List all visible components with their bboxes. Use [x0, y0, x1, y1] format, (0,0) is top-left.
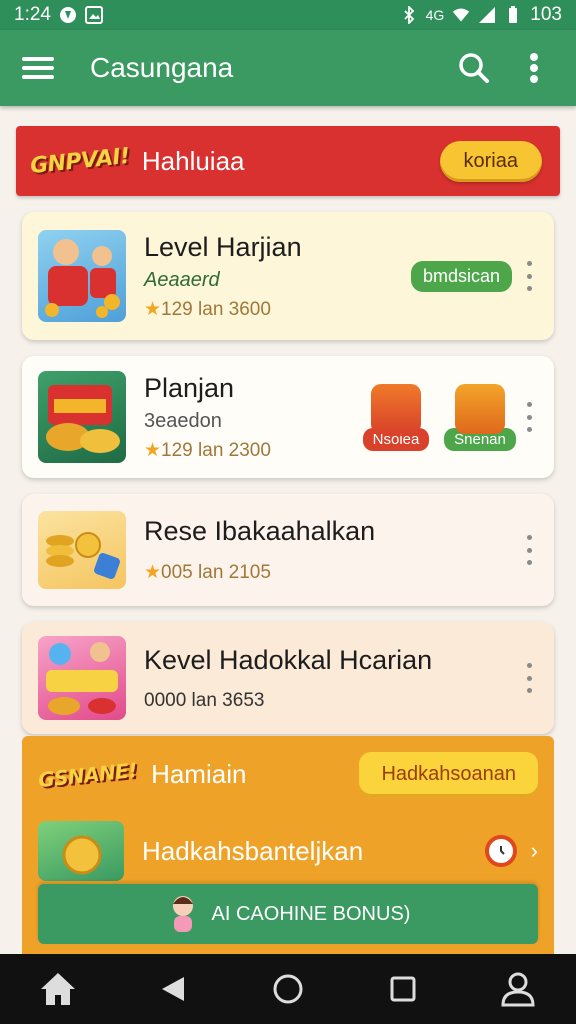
status-time: 1:24	[14, 4, 51, 25]
banner-text: Hahluiaa	[141, 145, 245, 176]
bag-icon	[371, 383, 421, 434]
app-bar: Casungana	[0, 30, 576, 106]
card-more-button[interactable]	[520, 402, 538, 432]
card-more-button[interactable]	[520, 535, 538, 565]
bonus-label: AI CAOHINE BONUS)	[211, 902, 411, 925]
clock-icon	[484, 835, 517, 867]
game-thumbnail	[38, 230, 126, 322]
game-meta: ★129 lan 3600	[144, 298, 271, 320]
game-title: Level Harjian	[144, 231, 302, 262]
game-meta: 0000 lan 3653	[144, 689, 265, 711]
game-card[interactable]: Level Harjian Aeaaerd ★129 lan 3600 bmds…	[22, 212, 554, 340]
banner-button[interactable]: koriaa	[439, 140, 542, 182]
mini-game-card[interactable]: Nsoiea	[362, 383, 430, 451]
back-button[interactable]	[151, 967, 195, 1011]
game-subtitle: Aeaaerd	[144, 268, 220, 291]
card-more-button[interactable]	[520, 261, 538, 291]
bonus-button[interactable]: AI CAOHINE BONUS)	[38, 884, 538, 944]
chevron-right-icon: ›	[530, 838, 538, 863]
overflow-menu-button[interactable]	[514, 48, 554, 88]
avatar	[166, 894, 200, 934]
bluetooth-icon	[400, 6, 418, 24]
game-title: Planjan	[144, 372, 235, 403]
recents-button[interactable]	[381, 967, 425, 1011]
network-type: 4G	[425, 7, 445, 23]
game-thumbnail	[38, 636, 126, 720]
promo-logo: GSNANE!	[37, 757, 139, 792]
status-bar: 1:24 4G 103	[0, 0, 576, 30]
game-meta: ★129 lan 2300	[144, 439, 271, 461]
promo-button[interactable]: Hadkahsoanan	[359, 752, 538, 797]
circle-home-icon	[273, 974, 303, 1004]
promo-banner[interactable]: GNPVAI! Hahluiaa koriaa	[16, 126, 560, 196]
profile-icon	[501, 972, 535, 1007]
promo-thumbnail	[38, 821, 124, 881]
battery-icon	[504, 6, 522, 24]
system-nav-bar	[0, 954, 576, 1024]
star-icon: ★	[144, 562, 162, 583]
gallery-icon	[84, 6, 103, 24]
home-button[interactable]	[36, 967, 80, 1011]
app-title: Casungana	[90, 52, 234, 83]
banner-logo: GNPVAI!	[28, 143, 131, 179]
bag-icon	[455, 383, 505, 434]
game-thumbnail	[38, 371, 126, 463]
back-icon	[161, 977, 184, 1001]
battery-level: 103	[530, 4, 562, 25]
game-card[interactable]: Rese Ibakaahalkan ★005 lan 2105	[22, 494, 554, 606]
menu-button[interactable]	[22, 51, 56, 85]
search-icon	[459, 53, 489, 83]
star-icon: ★	[144, 298, 162, 320]
menu-icon	[22, 57, 54, 79]
search-button[interactable]	[454, 48, 494, 88]
game-meta: ★005 lan 2105	[144, 562, 271, 583]
game-title: Rese Ibakaahalkan	[144, 516, 376, 546]
more-vert-icon	[530, 53, 538, 83]
game-tag[interactable]: bmdsican	[410, 260, 512, 292]
system-home-button[interactable]	[266, 967, 310, 1011]
recents-icon	[390, 976, 416, 1002]
game-title: Kevel Hadokkal Hcarian	[144, 644, 433, 675]
home-icon	[40, 973, 75, 1005]
mini-game-card[interactable]: Snenan	[444, 383, 516, 451]
game-thumbnail	[38, 511, 126, 589]
game-subtitle: 3eaedon	[144, 409, 222, 432]
wifi-icon	[452, 6, 470, 24]
game-card[interactable]: Planjan 3eaedon ★129 lan 2300 Nsoiea Sne…	[22, 356, 554, 478]
star-icon: ★	[144, 439, 162, 461]
promo-row-text: Hadkahsbanteljkan	[142, 835, 364, 866]
promo-row[interactable]: Hadkahsbanteljkan ›	[22, 797, 554, 881]
notification-icon	[59, 6, 77, 24]
promo-title: Hamiain	[151, 759, 247, 789]
signal-icon	[478, 6, 496, 24]
card-more-button[interactable]	[520, 663, 538, 693]
game-card[interactable]: Kevel Hadokkal Hcarian 0000 lan 3653	[22, 622, 554, 734]
profile-button[interactable]	[496, 967, 540, 1011]
